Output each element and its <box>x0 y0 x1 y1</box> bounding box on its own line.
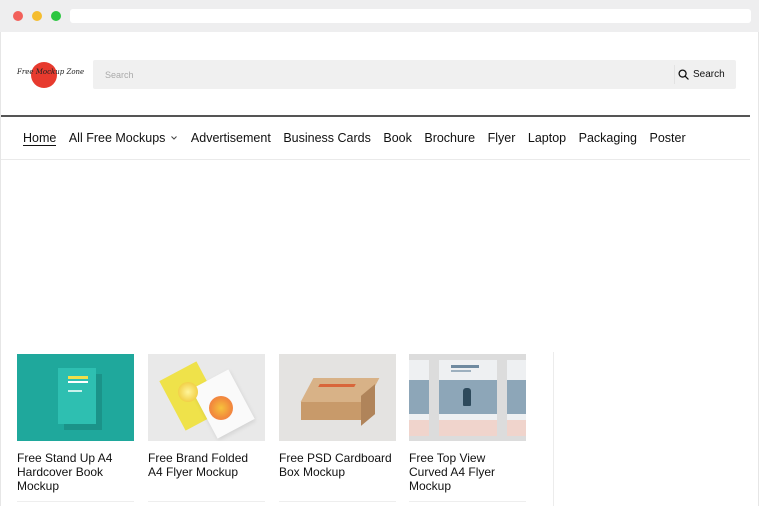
post-card[interactable]: Free Top View Curved A4 Flyer Mockup <box>409 354 526 502</box>
address-bar[interactable] <box>70 9 751 23</box>
nav-item-home[interactable]: Home <box>23 130 57 146</box>
post-card[interactable]: Free PSD Cardboard Box Mockup <box>279 354 396 502</box>
nav-item-label: Flyer <box>487 131 516 145</box>
window-close-button[interactable] <box>13 11 23 21</box>
card-divider <box>279 501 396 502</box>
nav-item-brochure[interactable]: Brochure <box>424 131 475 145</box>
header-divider <box>1 115 750 117</box>
sidebar-divider <box>553 352 554 506</box>
book-illustration <box>58 368 96 424</box>
window-maximize-button[interactable] <box>51 11 61 21</box>
nav-item-label: Brochure <box>424 131 476 145</box>
nav-item-laptop[interactable]: Laptop <box>528 131 566 145</box>
nav-item-business-cards[interactable]: Business Cards <box>283 131 371 145</box>
search-button-label: Search <box>693 69 725 80</box>
search-bar: Search <box>93 60 736 89</box>
search-icon <box>678 69 689 80</box>
post-card[interactable]: Free Stand Up A4 Hardcover Book Mockup <box>17 354 134 502</box>
post-thumbnail[interactable] <box>409 354 526 441</box>
page: Free Mockup Zone Search Home All Free Mo… <box>0 32 759 506</box>
browser-chrome <box>0 0 759 32</box>
nav-item-label: Laptop <box>527 131 567 145</box>
nav-item-packaging[interactable]: Packaging <box>579 131 637 145</box>
nav-item-poster[interactable]: Poster <box>649 131 685 145</box>
nav-item-advertisement[interactable]: Advertisement <box>191 131 271 145</box>
card-divider <box>148 501 265 502</box>
nav-item-label: All Free Mockups <box>68 131 166 145</box>
post-card[interactable]: Free Brand Folded A4 Flyer Mockup <box>148 354 265 502</box>
nav-item-label: Business Cards <box>283 131 371 145</box>
post-thumbnail[interactable] <box>17 354 134 441</box>
nav-item-label: Home <box>23 130 57 145</box>
logo-text: Free Mockup Zone <box>17 68 85 76</box>
post-title[interactable]: Free PSD Cardboard Box Mockup <box>279 451 396 479</box>
search-divider <box>674 65 675 84</box>
window-minimize-button[interactable] <box>32 11 42 21</box>
post-title[interactable]: Free Brand Folded A4 Flyer Mockup <box>148 451 265 479</box>
nav-divider <box>1 159 750 160</box>
search-button[interactable]: Search <box>678 60 736 89</box>
chevron-down-icon <box>171 136 178 140</box>
card-divider <box>17 501 134 502</box>
card-divider <box>409 501 526 502</box>
nav-item-flyer[interactable]: Flyer <box>488 131 516 145</box>
post-title[interactable]: Free Top View Curved A4 Flyer Mockup <box>409 451 526 493</box>
site-logo[interactable]: Free Mockup Zone <box>17 62 85 88</box>
nav-item-label: Advertisement <box>190 131 271 145</box>
nav-item-all-free-mockups[interactable]: All Free Mockups <box>69 131 179 145</box>
post-thumbnail[interactable] <box>148 354 265 441</box>
search-input[interactable] <box>93 60 673 89</box>
post-title[interactable]: Free Stand Up A4 Hardcover Book Mockup <box>17 451 134 493</box>
post-thumbnail[interactable] <box>279 354 396 441</box>
nav-item-label: Packaging <box>578 131 637 145</box>
main-nav: Home All Free Mockups Advertisement Busi… <box>23 130 698 146</box>
nav-item-book[interactable]: Book <box>383 131 412 145</box>
nav-item-label: Book <box>383 131 412 145</box>
nav-item-label: Poster <box>649 131 686 145</box>
